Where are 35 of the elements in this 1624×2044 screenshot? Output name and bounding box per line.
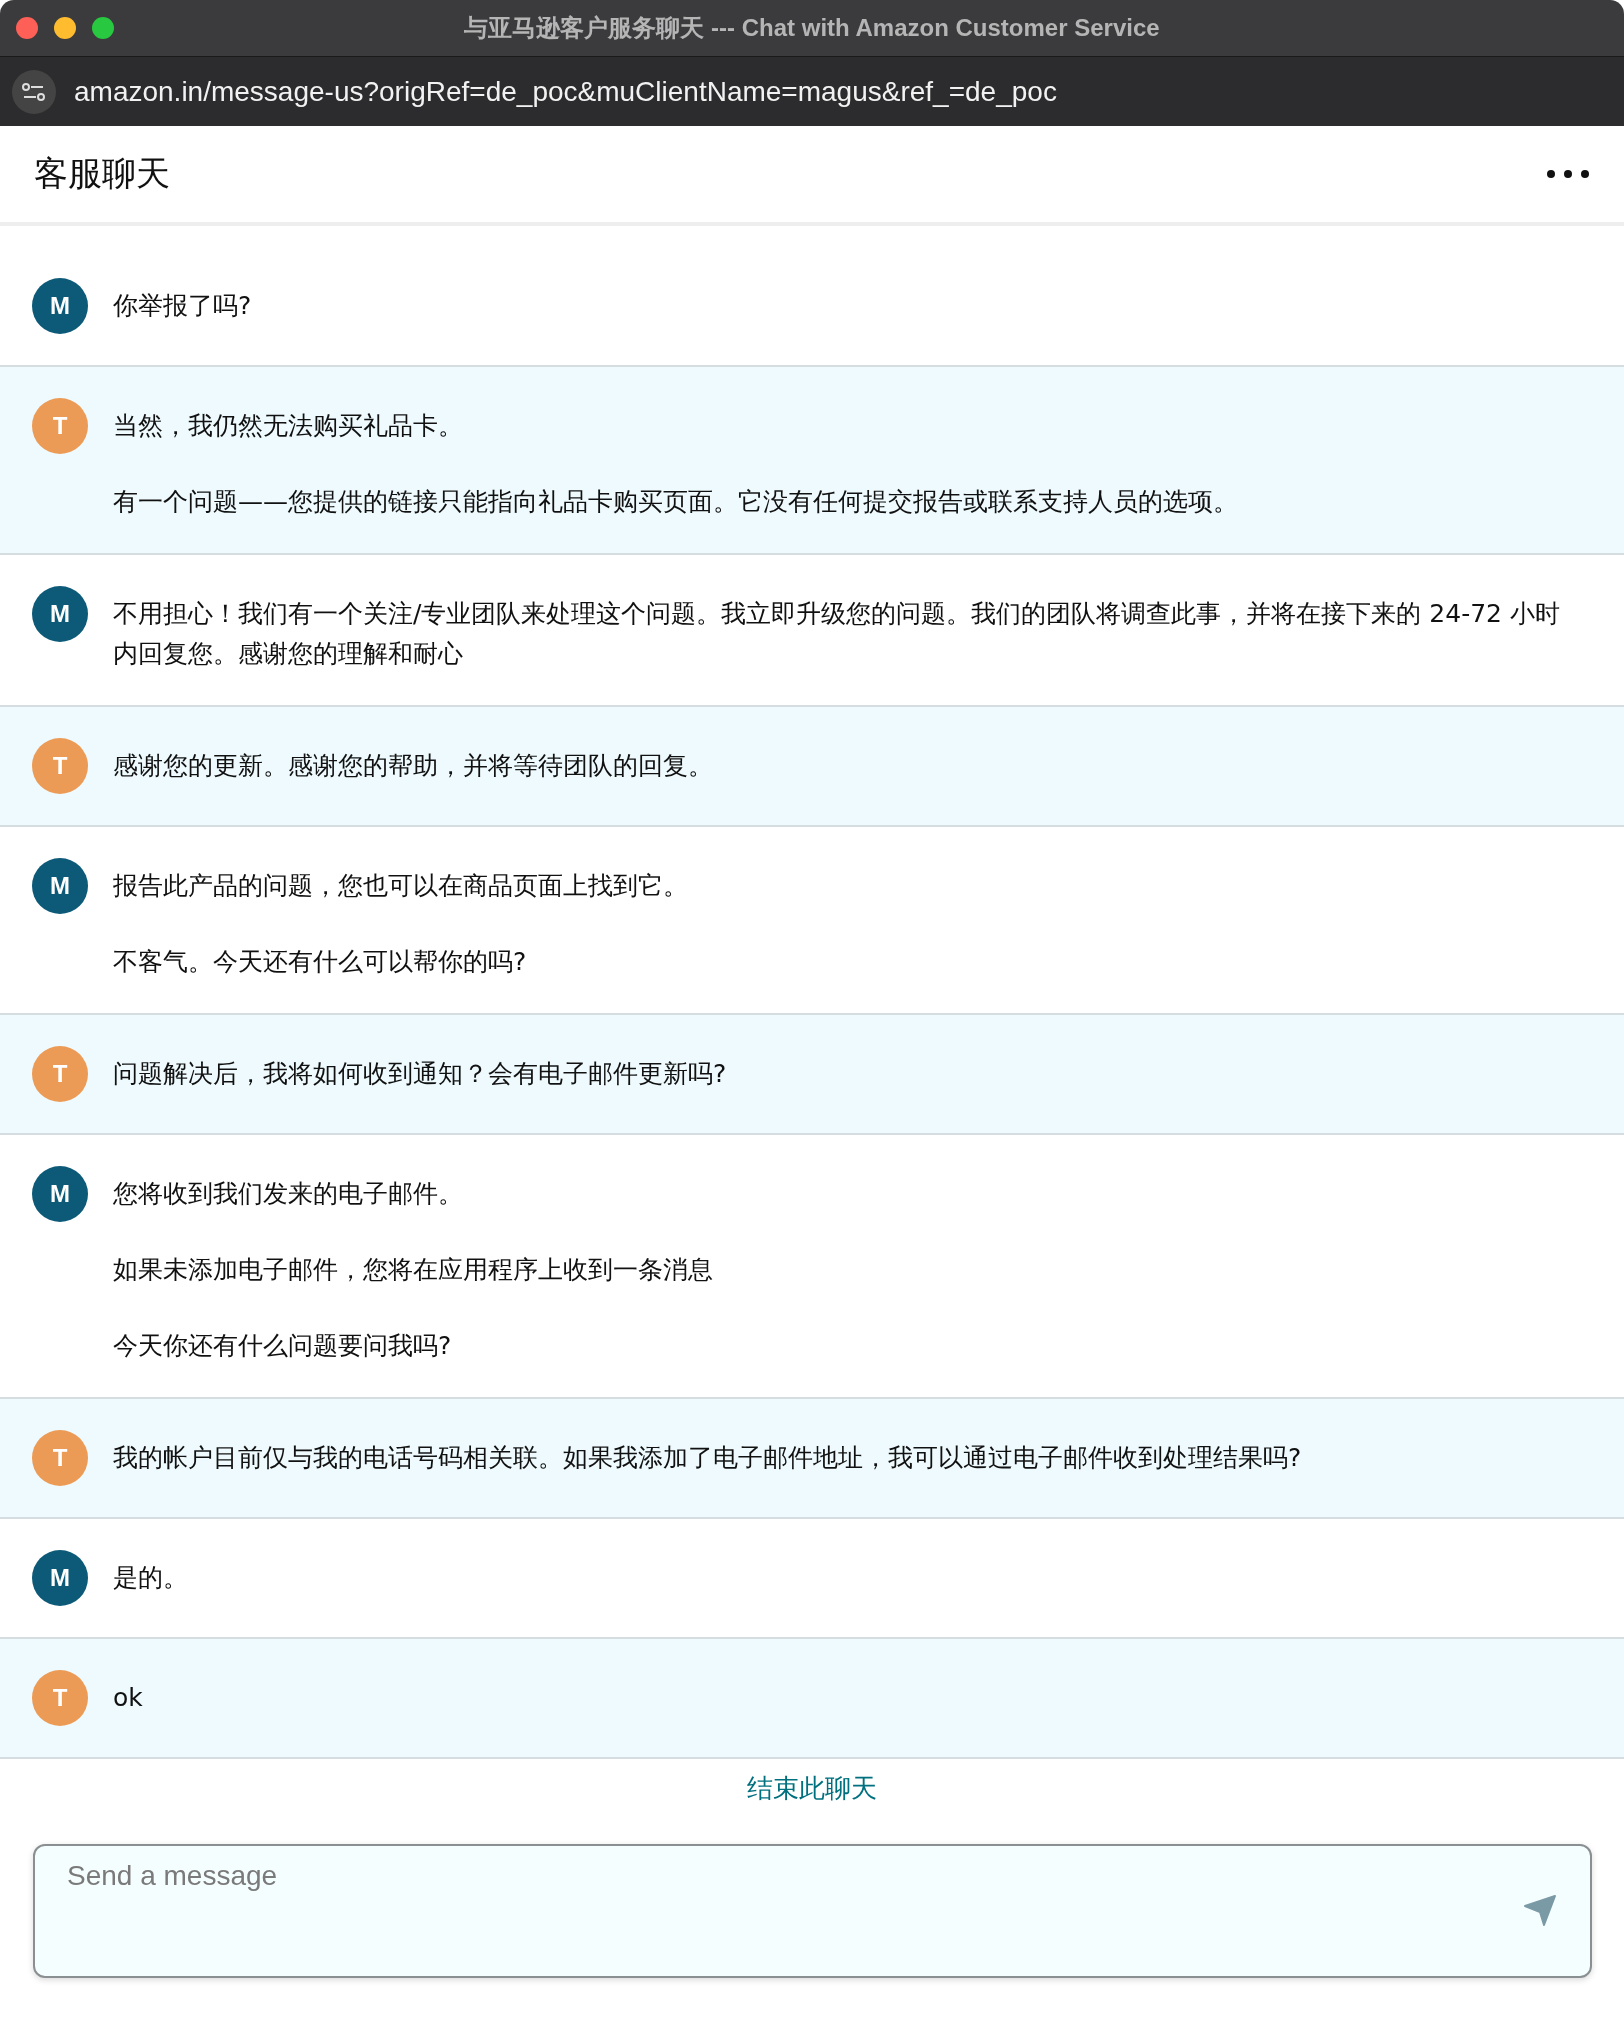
window-title: 与亚马逊客户服务聊天 --- Chat with Amazon Customer Service: [464, 13, 1160, 43]
avatar: M: [32, 586, 88, 642]
message-field[interactable]: Send a message: [33, 1844, 1592, 1978]
avatar: M: [32, 858, 88, 914]
send-icon[interactable]: [1522, 1892, 1558, 1928]
avatar: T: [32, 738, 88, 794]
message-text: 报告此产品的问题，您也可以在商品页面上找到它。: [113, 870, 688, 902]
message-text: ok: [113, 1682, 143, 1714]
chat-title: 客服聊天: [34, 152, 170, 195]
avatar: T: [32, 1430, 88, 1486]
avatar: M: [32, 1550, 88, 1606]
message-text: 是的。: [113, 1562, 188, 1594]
minimize-icon[interactable]: [54, 17, 76, 39]
avatar: T: [32, 1670, 88, 1726]
message-text: 不客气。今天还有什么可以帮你的吗?: [113, 946, 528, 978]
message-text: 问题解决后，我将如何收到通知？会有电子邮件更新吗?: [113, 1058, 727, 1090]
message-text: 你举报了吗?: [113, 290, 252, 322]
avatar: T: [32, 398, 88, 454]
more-icon[interactable]: [1546, 169, 1590, 179]
message-text: 感谢您的更新。感谢您的帮助，并将等待团队的回复。: [113, 750, 713, 782]
message-text: 我的帐户目前仅与我的电话号码相关联。如果我添加了电子邮件地址，我可以通过电子邮件收到处理结果吗?: [113, 1442, 1302, 1474]
message-text: 有一个问题——您提供的链接只能指向礼品卡购买页面。它没有任何提交报告或联系支持人员的选项。: [113, 486, 1238, 518]
end-chat-link[interactable]: 结束此聊天: [747, 1771, 877, 1806]
avatar: M: [32, 1166, 88, 1222]
avatar: T: [32, 1046, 88, 1102]
zoom-icon[interactable]: [92, 17, 114, 39]
url-text[interactable]: amazon.in/message-us?origRef=de_poc&muClientName=magus&ref_=de_poc: [74, 75, 1057, 108]
close-icon[interactable]: [16, 17, 38, 39]
message-text: 今天你还有什么问题要问我吗?: [113, 1330, 453, 1362]
site-settings-icon[interactable]: [12, 69, 56, 114]
avatar: M: [32, 278, 88, 334]
message-text: 如果未添加电子邮件，您将在应用程序上收到一条消息: [113, 1254, 713, 1286]
message-text: 您将收到我们发来的电子邮件。: [113, 1178, 464, 1210]
message-text: 当然，我仍然无法购买礼品卡。: [113, 410, 464, 442]
message-text: 不用担心！我们有一个关注/专业团队来处理这个问题。我立即升级您的问题。我们的团队将调查此事，并将在接下来的 24-72 小时内回复您。感谢您的理解和耐心: [113, 598, 1561, 670]
